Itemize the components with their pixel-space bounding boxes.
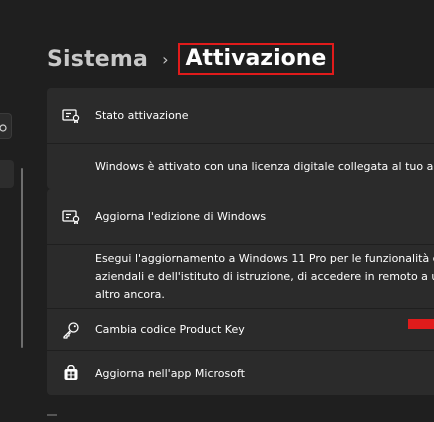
page-title: Attivazione — [177, 43, 335, 75]
upgrade-edition-title: Aggiorna l'edizione di Windows — [95, 210, 267, 223]
store-bag-icon — [47, 365, 95, 381]
sidebar-search-box[interactable] — [0, 113, 12, 139]
upgrade-edition-description: Esegui l'aggiornamento a Windows 11 Pro … — [95, 252, 434, 301]
sidebar-item-selected[interactable] — [0, 160, 14, 188]
activation-status-title: Stato attivazione — [95, 109, 189, 122]
certificate-icon — [47, 108, 95, 123]
key-icon — [47, 321, 95, 339]
activation-status-text: Windows è attivato con una licenza digit… — [95, 159, 434, 173]
activation-status-card: Stato attivazione Windows è attivato con… — [47, 88, 434, 189]
open-microsoft-store-row[interactable]: Aggiorna nell'app Microsoft — [47, 351, 434, 395]
upgrade-edition-card: Aggiorna l'edizione di Windows Esegui l'… — [47, 189, 434, 395]
upgrade-edition-description-row: Esegui l'aggiornamento a Windows 11 Pro … — [47, 245, 434, 309]
sidebar-scrollbar[interactable] — [21, 168, 23, 348]
breadcrumb-separator-icon: › — [162, 49, 169, 69]
certificate-icon — [47, 209, 95, 224]
activation-status-header[interactable]: Stato attivazione — [47, 88, 434, 144]
breadcrumb-parent[interactable]: Sistema — [47, 47, 148, 72]
upgrade-edition-header[interactable]: Aggiorna l'edizione di Windows — [47, 189, 434, 245]
change-product-key-label: Cambia codice Product Key — [95, 323, 245, 336]
change-product-key-row[interactable]: Cambia codice Product Key — [47, 309, 434, 351]
change-product-key-button[interactable] — [408, 319, 434, 329]
search-icon — [0, 120, 9, 139]
open-microsoft-store-label: Aggiorna nell'app Microsoft — [95, 366, 245, 380]
activation-status-detail: Windows è attivato con una licenza digit… — [47, 144, 434, 189]
breadcrumb: Sistema › Attivazione — [47, 42, 335, 76]
next-section-edge — [47, 414, 57, 422]
